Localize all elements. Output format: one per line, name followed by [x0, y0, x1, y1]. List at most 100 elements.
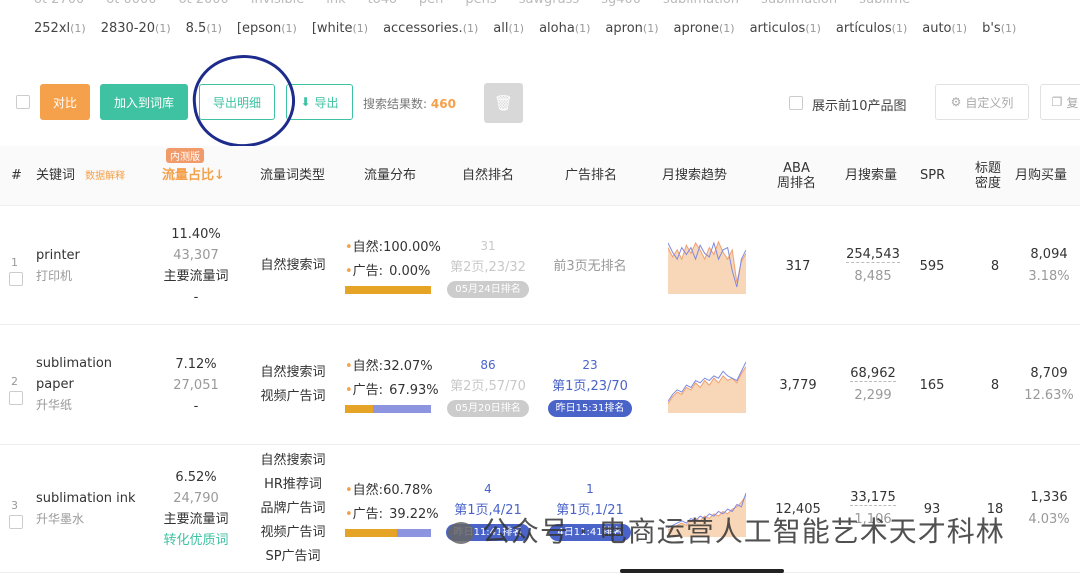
share-tag-2: 转化优质词	[163, 533, 229, 548]
keyword-en[interactable]: sublimation ink	[36, 488, 136, 509]
add-to-library-button[interactable]: 加入到词库	[100, 84, 188, 120]
traffic-share-cell: 11.40% 43,307 主要流量词 -	[156, 224, 236, 308]
keyword-tag[interactable]: accessories.(1)	[383, 21, 478, 36]
data-explain-link[interactable]: 数据解释	[85, 171, 125, 182]
keyword-tag[interactable]: artículos(1)	[836, 21, 907, 36]
share-percent: 11.40%	[171, 226, 221, 242]
truncated-tag[interactable]: invisible	[251, 0, 304, 7]
row-checkbox[interactable]	[9, 515, 23, 529]
spr-value: 595	[919, 258, 945, 274]
truncated-tag[interactable]: sublimation	[663, 0, 739, 7]
monthly-buy-value: 8,709	[1030, 366, 1068, 381]
share-tag: 主要流量词	[163, 268, 229, 284]
monthly-search-number: 68,962	[850, 366, 896, 382]
keyword-tag[interactable]: [epson(1)	[237, 21, 297, 36]
organic-rank-main: 第2页,23/32	[450, 259, 526, 275]
monthly-search-value: 68,962	[838, 363, 908, 385]
tag-count: (1)	[462, 22, 479, 35]
organic-fill	[345, 405, 373, 413]
col-ad-rank: 广告排名	[565, 168, 618, 183]
truncated-tag[interactable]: pens	[465, 0, 496, 7]
keyword-tag[interactable]: 8.5(1)	[186, 21, 222, 36]
ad-rank-main: 第1页,23/70	[552, 379, 628, 394]
beta-badge: 内测版	[166, 148, 204, 163]
export-detail-button[interactable]: 导出明细	[199, 84, 275, 120]
tag-label: articulos	[749, 21, 806, 36]
keyword-en-line2[interactable]: paper	[36, 374, 112, 395]
ad-label: 广告:	[352, 263, 384, 279]
keyword-tag[interactable]: auto(1)	[922, 21, 967, 36]
keyword-en[interactable]: sublimation	[36, 353, 112, 374]
keyword-tag[interactable]: 252xl(1)	[34, 21, 86, 36]
truncated-tag[interactable]: ot 2000	[179, 0, 229, 7]
keyword-cell: printer 打印机	[36, 245, 80, 287]
horizontal-scrollbar[interactable]	[620, 569, 784, 573]
organic-fill	[345, 529, 398, 537]
keyword-tag[interactable]: apron(1)	[605, 21, 658, 36]
select-all-checkbox[interactable]	[16, 95, 30, 109]
tag-label: aloha	[539, 21, 575, 36]
export-button[interactable]: ⬇ 导出	[286, 84, 353, 120]
bullet-icon: •	[345, 383, 353, 398]
copy-button[interactable]: ❐ 复	[1040, 84, 1080, 120]
toolbar: 对比 加入到词库 导出明细 ⬇ 导出 搜索结果数: 460 🗑 展示前10产品图…	[0, 83, 1080, 123]
truncated-tag[interactable]: ot 0000	[106, 0, 156, 7]
custom-columns-button[interactable]: ⚙ 自定义列	[935, 84, 1029, 120]
table-row: 2 sublimation paper 升华纸 7.12% 27,051 - 自然搜索词 视频广…	[0, 325, 1080, 445]
tag-label: accessories.	[383, 21, 463, 36]
monthly-trend-sparkline[interactable]	[668, 355, 746, 413]
search-result-count: 搜索结果数: 460	[363, 95, 456, 112]
title-density-value: 8	[990, 378, 1000, 393]
row-checkbox[interactable]	[9, 391, 23, 405]
truncated-tag[interactable]: sg400	[601, 0, 641, 7]
organic-share: •自然:60.78%	[345, 479, 439, 503]
col-traffic-share[interactable]: 流量占比↓	[162, 168, 225, 183]
show-top10-label: 展示前10产品图	[812, 99, 907, 114]
tag-count: (1)	[718, 22, 735, 35]
tag-count: (1)	[155, 22, 171, 35]
monthly-search-cell: 254,543 8,485	[838, 244, 908, 288]
download-icon: ⬇	[300, 95, 311, 109]
watermark: 公众号 · 电商运营人工智能艺术天才科林	[448, 510, 1005, 550]
truncated-tag[interactable]: ot 2700	[34, 0, 84, 7]
share-count: 43,307	[173, 247, 219, 263]
traffic-type-item: 自然搜索词	[260, 365, 326, 380]
aba-line2: 周排名	[777, 176, 817, 191]
keyword-en[interactable]: printer	[36, 245, 80, 266]
monthly-search-value: 254,543	[838, 244, 908, 266]
keyword-tag[interactable]: [white(1)	[312, 21, 368, 36]
row-checkbox[interactable]	[9, 271, 23, 286]
ad-rank-badge: 昨日15:31排名	[547, 400, 633, 417]
traffic-dist-cell: •自然:32.07% •广告: 67.93%	[345, 355, 439, 413]
truncated-tag[interactable]: sawgrass	[519, 0, 579, 7]
keyword-tag[interactable]: all(1)	[493, 21, 524, 36]
tag-count: (1)	[352, 22, 369, 35]
bullet-icon: •	[345, 239, 353, 255]
trash-icon: 🗑	[493, 94, 514, 112]
keyword-tag[interactable]: articulos(1)	[750, 21, 821, 36]
truncated-tag[interactable]: pen	[419, 0, 444, 7]
share-count: 24,790	[173, 491, 219, 506]
truncated-tag[interactable]: ink	[326, 0, 345, 7]
truncated-tag[interactable]: sublimation	[761, 0, 837, 7]
keyword-tag[interactable]: aprone(1)	[674, 21, 735, 36]
keyword-tag[interactable]: aloha(1)	[539, 21, 590, 36]
traffic-dist-cell: •自然:100.00% •广告: 0.00%	[345, 236, 441, 294]
tag-label: 2830-20	[100, 21, 156, 36]
truncated-tag[interactable]: to4o	[368, 0, 397, 7]
keyword-tag[interactable]: b's(1)	[982, 21, 1016, 36]
ad-pct: 0.00%	[389, 263, 431, 279]
delete-button[interactable]: 🗑	[484, 83, 523, 123]
keyword-tag[interactable]: 2830-20(1)	[101, 21, 171, 36]
tag-count: (1)	[206, 22, 222, 35]
tag-count: (1)	[951, 22, 968, 35]
show-top10-checkbox[interactable]	[789, 96, 803, 110]
monthly-buy-cell: 1,336 4.03%	[1020, 487, 1078, 531]
traffic-type-item: 自然搜索词	[260, 453, 326, 468]
monthly-search-number: 33,175	[850, 490, 896, 506]
truncated-tag[interactable]: sublime	[859, 0, 910, 7]
bullet-icon: •	[345, 263, 353, 279]
compare-button[interactable]: 对比	[40, 84, 90, 120]
monthly-trend-sparkline[interactable]	[668, 236, 746, 294]
traffic-type-cell: 自然搜索词 视频广告词	[250, 361, 336, 409]
